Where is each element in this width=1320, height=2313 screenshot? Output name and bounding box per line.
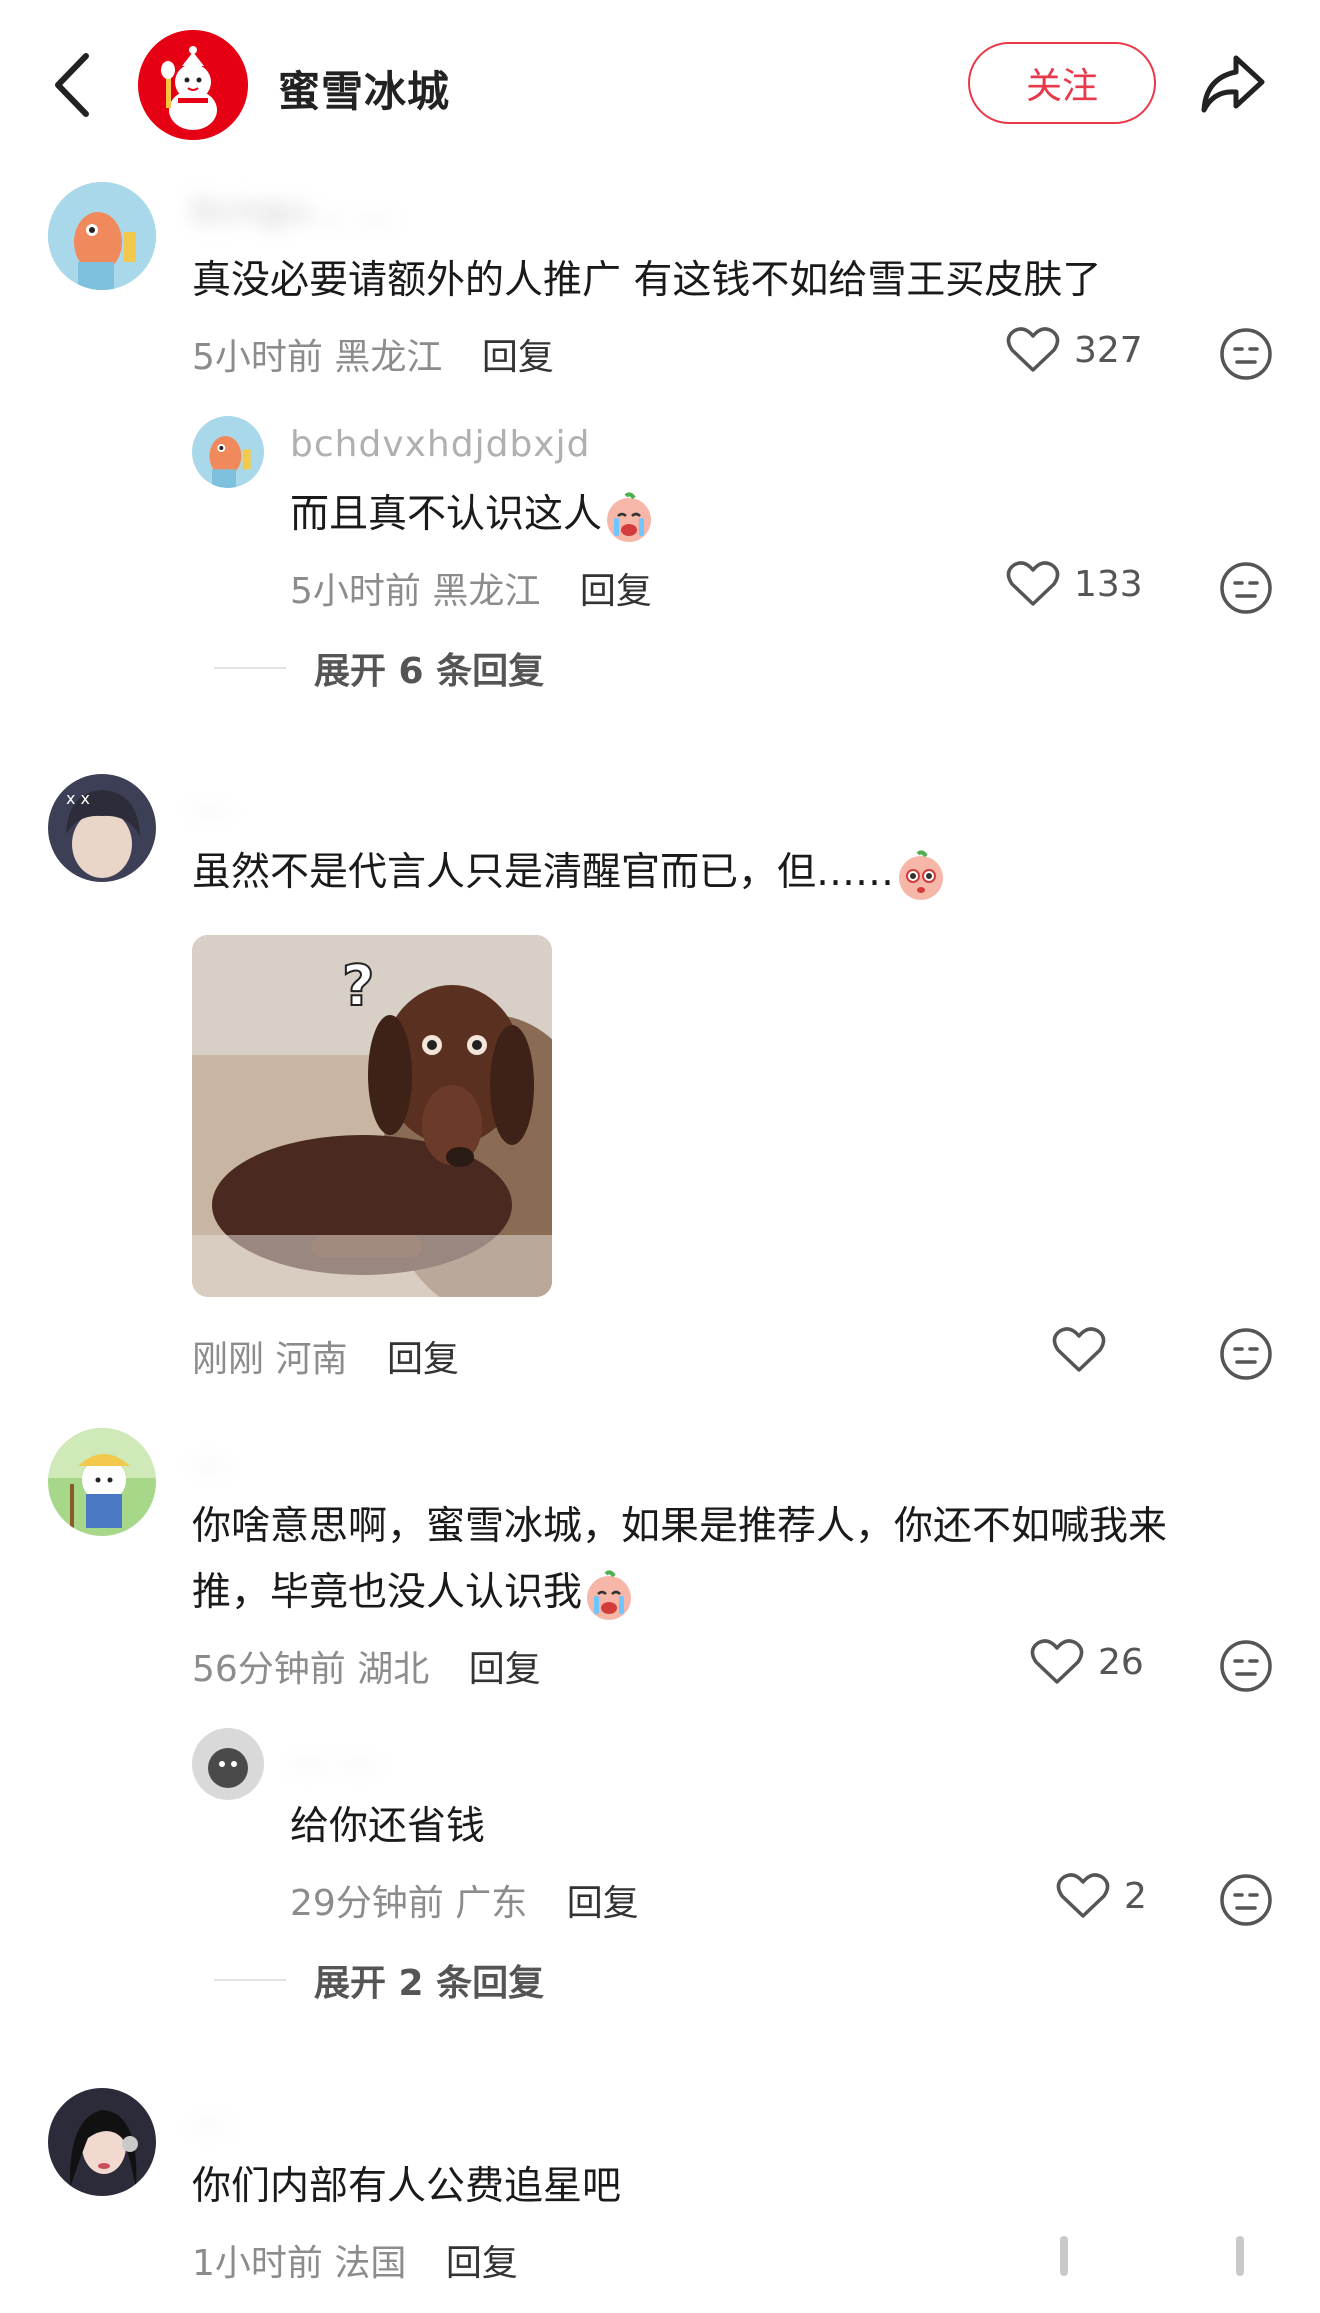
expand-replies-button[interactable]: 展开 6 条回复 bbox=[214, 642, 544, 694]
dislike-button[interactable] bbox=[1218, 1872, 1274, 1928]
crying-emoji-icon bbox=[587, 1569, 632, 1620]
dislike-button[interactable] bbox=[1218, 1638, 1274, 1694]
reply-button[interactable]: 回复 bbox=[567, 1883, 639, 1924]
avatar[interactable] bbox=[48, 2088, 156, 2196]
comment-text: 真没必要请额外的人推广 有这钱不如给雪王买皮肤了 bbox=[192, 258, 1102, 303]
like-button[interactable] bbox=[1052, 1326, 1106, 1374]
comment-time: 刚刚 bbox=[192, 1339, 265, 1380]
top-bar: 蜜雪冰城 关注 bbox=[0, 0, 1320, 170]
comment-location: 湖北 bbox=[357, 1649, 430, 1690]
username[interactable]: bchdvxhdjdbxjd bbox=[290, 424, 590, 465]
comment-meta: 5小时前 黑龙江 回复 bbox=[192, 328, 554, 380]
chevron-left-icon bbox=[55, 53, 89, 117]
dislike-button[interactable] bbox=[1218, 326, 1274, 382]
comment-meta: 5小时前 黑龙江 回复 bbox=[290, 562, 652, 614]
username[interactable]: ... bbox=[192, 782, 229, 823]
comment-time: 56分钟前 bbox=[192, 1649, 346, 1690]
like-button[interactable]: 26 bbox=[1030, 1638, 1144, 1686]
divider bbox=[214, 667, 286, 669]
reply-button[interactable]: 回复 bbox=[387, 1339, 459, 1380]
heart-icon bbox=[1052, 1327, 1106, 1372]
comment-text: 你们内部有人公费追星吧 bbox=[192, 2164, 622, 2209]
svg-text:?: ? bbox=[342, 954, 374, 1019]
comment-meta: 29分钟前 广东 回复 bbox=[290, 1874, 639, 1926]
avatar[interactable] bbox=[48, 182, 156, 290]
username[interactable]: ... ... bbox=[290, 1736, 377, 1777]
neutral-face-icon bbox=[1220, 1328, 1272, 1380]
share-arrow-icon bbox=[1201, 55, 1265, 113]
snow-king-logo bbox=[138, 30, 248, 140]
heart-icon bbox=[1030, 1639, 1084, 1684]
avatar[interactable] bbox=[48, 1428, 156, 1536]
like-count: 26 bbox=[1098, 1641, 1144, 1683]
reply-button[interactable]: 回复 bbox=[469, 1649, 541, 1690]
comment-location: 法国 bbox=[334, 2243, 407, 2284]
back-button[interactable] bbox=[50, 50, 94, 120]
neutral-face-icon bbox=[1220, 1640, 1272, 1692]
comment-time: 29分钟前 bbox=[290, 1883, 444, 1924]
comment-location: 广东 bbox=[455, 1883, 528, 1924]
heart-icon bbox=[1056, 1873, 1110, 1918]
comment-text: 你啥意思啊，蜜雪冰城，如果是推荐人，你还不如喊我来 推，毕竟也没人认识我 bbox=[192, 1494, 1167, 1626]
like-button[interactable]: 2 bbox=[1056, 1872, 1147, 1920]
comment-time: 5小时前 bbox=[192, 337, 323, 378]
comment-text: 而且真不认识这人 bbox=[290, 482, 656, 548]
follow-button[interactable]: 关注 bbox=[968, 42, 1156, 124]
dachshund-photo: ? bbox=[192, 935, 552, 1297]
comment-time: 5小时前 bbox=[290, 571, 421, 612]
like-button[interactable]: 327 bbox=[1006, 326, 1143, 374]
reply-button[interactable]: 回复 bbox=[482, 337, 554, 378]
comment-location: 黑龙江 bbox=[334, 337, 443, 378]
comment-meta: 1小时前 法国 回复 bbox=[192, 2234, 518, 2286]
expand-replies-button[interactable]: 展开 2 条回复 bbox=[214, 1954, 544, 2006]
comment-text: 给你还省钱 bbox=[290, 1804, 486, 1849]
username[interactable]: ... bbox=[192, 2096, 229, 2137]
comment-time: 1小时前 bbox=[192, 2243, 323, 2284]
like-count: 327 bbox=[1074, 329, 1143, 371]
dislike-button[interactable] bbox=[1218, 1326, 1274, 1382]
comment-meta: 56分钟前 湖北 回复 bbox=[192, 1640, 541, 1692]
neutral-face-icon bbox=[1220, 562, 1272, 614]
neutral-face-icon bbox=[1220, 328, 1272, 380]
neutral-face-icon bbox=[1220, 1874, 1272, 1926]
like-button[interactable]: 133 bbox=[1006, 560, 1143, 608]
avatar[interactable] bbox=[192, 416, 264, 488]
comment-location: 黑龙江 bbox=[432, 571, 541, 612]
comment-location: 河南 bbox=[275, 1339, 348, 1380]
heart-icon bbox=[1006, 561, 1060, 606]
brand-avatar[interactable] bbox=[138, 30, 248, 140]
like-count: 2 bbox=[1124, 1875, 1147, 1917]
comment-image[interactable]: ? bbox=[192, 935, 552, 1297]
like-count: 133 bbox=[1074, 563, 1143, 605]
scroll-indicator bbox=[1236, 2236, 1244, 2276]
heart-icon bbox=[1006, 327, 1060, 372]
pleading-emoji-icon bbox=[899, 849, 944, 900]
crying-emoji-icon bbox=[607, 491, 652, 542]
divider bbox=[214, 1979, 286, 1981]
comment-meta: 刚刚 河南 回复 bbox=[192, 1330, 459, 1382]
reply-button[interactable]: 回复 bbox=[446, 2243, 518, 2284]
brand-name: 蜜雪冰城 bbox=[278, 67, 451, 116]
dislike-button[interactable] bbox=[1218, 560, 1274, 616]
share-button[interactable] bbox=[1198, 52, 1268, 116]
username[interactable]: bcngu... ... bbox=[192, 190, 395, 231]
scroll-indicator bbox=[1060, 2236, 1068, 2276]
svg-text:x x: x x bbox=[66, 789, 90, 808]
avatar[interactable]: x x bbox=[48, 774, 156, 882]
avatar[interactable] bbox=[192, 1728, 264, 1800]
username[interactable]: ... bbox=[192, 1436, 229, 1477]
comment-text: 虽然不是代言人只是清醒官而已，但…… bbox=[192, 840, 948, 906]
reply-button[interactable]: 回复 bbox=[580, 571, 652, 612]
